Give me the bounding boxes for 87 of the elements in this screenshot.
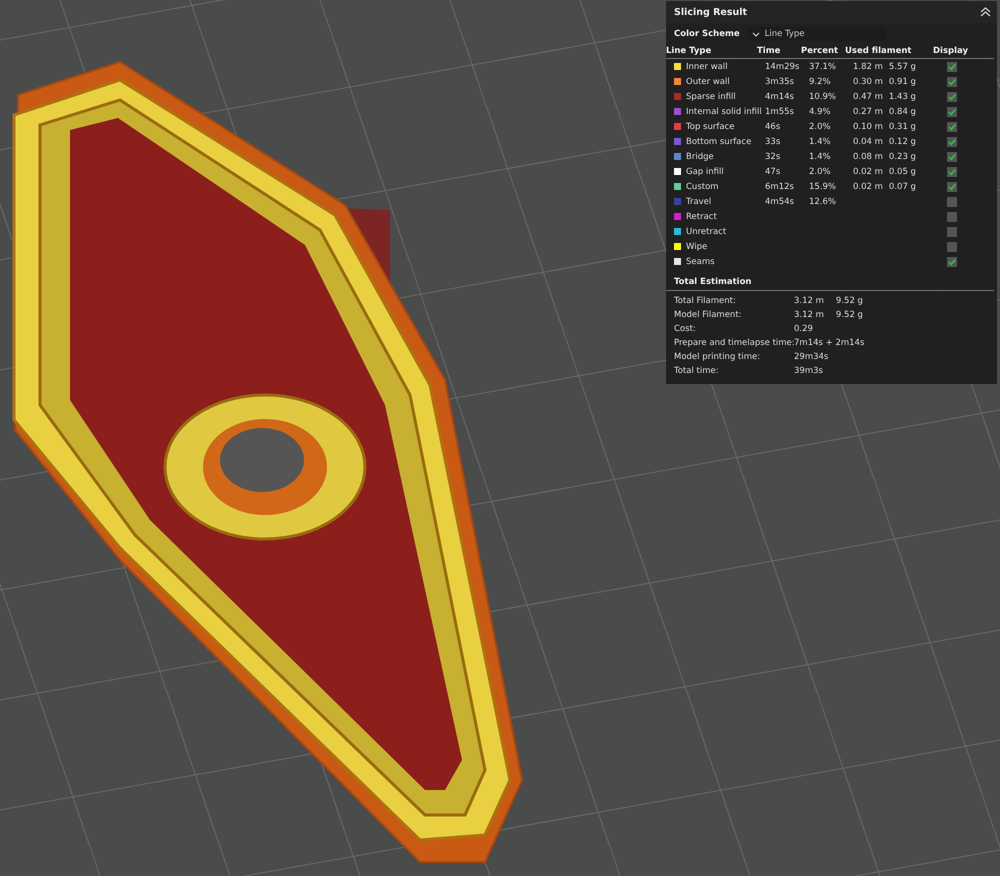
estimate-label: Prepare and timelapse time: xyxy=(674,338,794,348)
collapse-icon[interactable] xyxy=(980,7,991,17)
line-type-label: Unretract xyxy=(686,226,726,236)
percent-cell: 2.0% xyxy=(809,122,831,132)
time-cell: 14m29s xyxy=(765,62,800,72)
display-checkbox[interactable] xyxy=(947,256,957,266)
length-cell: 0.27 m xyxy=(853,106,883,116)
display-checkbox[interactable] xyxy=(947,106,957,116)
time-cell: 4m54s xyxy=(765,196,794,206)
line-type-label: Retract xyxy=(686,212,717,222)
time-cell: 1m55s xyxy=(765,106,794,116)
estimate-value: 0.29 xyxy=(794,324,813,334)
time-cell: 3m35s xyxy=(765,76,794,86)
estimate-value: 39m3s xyxy=(794,366,823,376)
panel-title: Slicing Result xyxy=(674,6,748,18)
line-type-label: Gap infill xyxy=(686,166,724,176)
weight-cell: 0.07 g xyxy=(888,182,916,192)
line-type-label: Internal solid infill xyxy=(686,106,762,116)
weight-cell: 1.43 g xyxy=(888,92,916,102)
color-scheme-label: Color Scheme xyxy=(674,29,740,39)
length-cell: 1.82 m xyxy=(853,62,883,72)
line-type-label: Travel xyxy=(686,196,712,206)
percent-cell: 15.9% xyxy=(809,182,836,192)
length-cell: 0.04 m xyxy=(853,136,883,146)
column-header: Time xyxy=(757,46,782,56)
weight-cell: 5.57 g xyxy=(888,62,916,72)
display-checkbox[interactable] xyxy=(947,136,957,146)
line-type-label: Custom xyxy=(686,182,719,192)
line-type-label: Outer wall xyxy=(686,76,730,86)
length-cell: 0.47 m xyxy=(853,92,883,102)
column-header: Used filament xyxy=(845,46,912,56)
estimate-value: 9.52 g xyxy=(836,296,863,306)
estimate-value: 3.12 m xyxy=(794,296,824,306)
estimate-label: Total Filament: xyxy=(674,296,737,306)
display-checkbox[interactable] xyxy=(947,62,957,72)
column-header: Line Type xyxy=(666,46,712,56)
time-cell: 6m12s xyxy=(765,182,794,192)
weight-cell: 0.05 g xyxy=(888,166,916,176)
estimate-value: 7m14s + 2m14s xyxy=(794,338,864,348)
estimate-value: 9.52 g xyxy=(836,310,863,320)
length-cell: 0.02 m xyxy=(853,166,883,176)
estimate-value: 3.12 m xyxy=(794,310,824,320)
time-cell: 4m14s xyxy=(765,92,794,102)
weight-cell: 0.84 g xyxy=(888,106,916,116)
display-checkbox[interactable] xyxy=(947,152,957,162)
section-title: Total Estimation xyxy=(666,269,994,291)
estimate-label: Cost: xyxy=(674,324,697,334)
line-type-label: Inner wall xyxy=(686,62,728,72)
chevron-down-icon xyxy=(752,32,760,36)
percent-cell: 12.6% xyxy=(809,196,836,206)
line-type-label: Top surface xyxy=(686,122,734,132)
percent-cell: 1.4% xyxy=(809,136,831,146)
length-cell: 0.30 m xyxy=(853,76,883,86)
display-checkbox[interactable] xyxy=(947,76,957,86)
estimate-value: 29m34s xyxy=(794,352,828,362)
weight-cell: 0.12 g xyxy=(888,136,916,146)
length-cell: 0.08 m xyxy=(853,152,883,162)
estimate-label: Model printing time: xyxy=(674,352,762,362)
weight-cell: 0.23 g xyxy=(888,152,916,162)
weight-cell: 0.91 g xyxy=(888,76,916,86)
color-scheme-dropdown[interactable]: Line Type xyxy=(748,27,886,41)
length-cell: 0.10 m xyxy=(853,122,883,132)
estimate-label: Model Filament: xyxy=(674,310,743,320)
percent-cell: 37.1% xyxy=(809,62,836,72)
display-checkbox[interactable] xyxy=(947,166,957,176)
percent-cell: 9.2% xyxy=(809,76,831,86)
time-cell: 46s xyxy=(765,122,780,132)
percent-cell: 1.4% xyxy=(809,152,831,162)
length-cell: 0.02 m xyxy=(853,182,883,192)
time-cell: 32s xyxy=(765,152,780,162)
estimate-label: Total time: xyxy=(674,366,720,376)
time-cell: 33s xyxy=(765,136,780,146)
column-header: Percent xyxy=(801,46,840,56)
percent-cell: 10.9% xyxy=(809,92,836,102)
column-header: Display xyxy=(933,46,970,56)
time-cell: 47s xyxy=(765,166,780,176)
percent-cell: 4.9% xyxy=(809,106,831,116)
line-type-label: Bottom surface xyxy=(686,136,752,146)
line-type-label: Sparse infill xyxy=(686,92,736,102)
display-checkbox[interactable] xyxy=(947,182,957,192)
percent-cell: 2.0% xyxy=(809,166,831,176)
display-checkbox[interactable] xyxy=(947,92,957,102)
weight-cell: 0.31 g xyxy=(888,122,916,132)
display-checkbox[interactable] xyxy=(947,122,957,132)
line-type-label: Seams xyxy=(686,256,715,266)
line-type-label: Bridge xyxy=(686,152,714,162)
line-type-label: Wipe xyxy=(686,242,708,252)
